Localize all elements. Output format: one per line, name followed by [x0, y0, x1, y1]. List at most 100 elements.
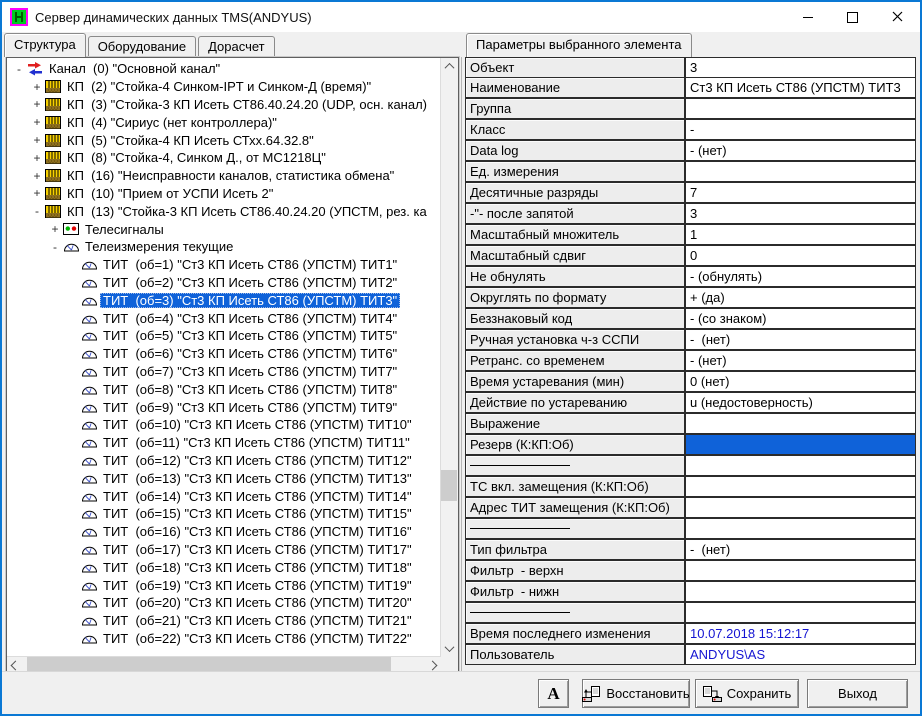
property-value[interactable] [685, 497, 916, 518]
close-button[interactable] [875, 2, 920, 32]
tree-item[interactable]: ТИТ (об=12) "Ст3 КП Исеть СТ86 (УПСТМ) Т… [7, 452, 441, 470]
tree-item[interactable]: ТИТ (об=22) "Ст3 КП Исеть СТ86 (УПСТМ) Т… [7, 630, 441, 648]
tab-structure[interactable]: Структура [4, 33, 86, 57]
tree-item[interactable]: ТИТ (об=2) "Ст3 КП Исеть СТ86 (УПСТМ) ТИ… [7, 274, 441, 292]
tree-item[interactable]: + КП (4) "Сириус (нет контроллера)" [7, 113, 441, 131]
tree-item-label: КП (4) "Сириус (нет контроллера)" [64, 115, 280, 130]
property-row: Время последнего изменения10.07.2018 15:… [465, 624, 916, 645]
property-value[interactable]: 10.07.2018 15:12:17 [685, 623, 916, 644]
tree-item[interactable]: ТИТ (об=9) "Ст3 КП Исеть СТ86 (УПСТМ) ТИ… [7, 398, 441, 416]
tree-item[interactable]: -Канал (0) "Основной канал" [7, 60, 441, 78]
tree-item[interactable]: +КП (8) "Стойка-4, Синком Д., от МС1218Ц… [7, 149, 441, 167]
property-value[interactable] [685, 98, 916, 119]
property-value[interactable] [685, 602, 916, 623]
tree-expand-toggle[interactable]: + [29, 97, 45, 111]
property-value[interactable] [685, 581, 916, 602]
tree-item[interactable]: ТИТ (об=7) "Ст3 КП Исеть СТ86 (УПСТМ) ТИ… [7, 363, 441, 381]
tree-item-label: ТИТ (об=2) "Ст3 КП Исеть СТ86 (УПСТМ) ТИ… [100, 275, 400, 290]
property-value[interactable]: Ст3 КП Исеть СТ86 (УПСТМ) ТИТ3 [685, 77, 916, 98]
tree-item[interactable]: ТИТ (об=18) "Ст3 КП Исеть СТ86 (УПСТМ) Т… [7, 558, 441, 576]
minimize-button[interactable] [785, 2, 830, 32]
tree-expand-toggle[interactable]: + [29, 80, 45, 94]
vertical-scroll-thumb[interactable] [441, 470, 457, 501]
tree-item[interactable]: ТИТ (об=1) "Ст3 КП Исеть СТ86 (УПСТМ) ТИ… [7, 256, 441, 274]
property-value[interactable]: ANDYUS\AS [685, 644, 916, 665]
tree-item[interactable]: ТИТ (об=5) "Ст3 КП Исеть СТ86 (УПСТМ) ТИ… [7, 327, 441, 345]
property-value[interactable] [685, 476, 916, 497]
property-value[interactable]: 0 [685, 245, 916, 266]
tree-expand-toggle[interactable]: - [29, 204, 45, 218]
property-value[interactable]: 3 [685, 203, 916, 224]
exit-button[interactable]: Выход [807, 679, 908, 708]
tree-item[interactable]: ТИТ (об=10) "Ст3 КП Исеть СТ86 (УПСТМ) Т… [7, 416, 441, 434]
tree-item[interactable]: +КП (2) "Стойка-4 Синком-IPT и Синком-Д … [7, 78, 441, 96]
tree-item[interactable]: +КП (10) "Прием от УСПИ Исеть 2" [7, 185, 441, 203]
tree-item[interactable]: +КП (3) "Стойка-3 КП Исеть СТ86.40.24.20… [7, 96, 441, 114]
property-value[interactable] [685, 518, 916, 539]
tree-item[interactable]: ТИТ (об=6) "Ст3 КП Исеть СТ86 (УПСТМ) ТИ… [7, 345, 441, 363]
tab-recalc[interactable]: Дорасчет [198, 36, 275, 57]
tree-item[interactable]: ТИТ (об=14) "Ст3 КП Исеть СТ86 (УПСТМ) Т… [7, 487, 441, 505]
tree-item[interactable]: ТИТ (об=8) "Ст3 КП Исеть СТ86 (УПСТМ) ТИ… [7, 380, 441, 398]
kp-icon [45, 205, 64, 218]
tree-item[interactable]: ТИТ (об=15) "Ст3 КП Исеть СТ86 (УПСТМ) Т… [7, 505, 441, 523]
tree-item[interactable]: +КП (16) "Неисправности каналов, статист… [7, 167, 441, 185]
property-value[interactable]: u (недостоверность) [685, 392, 916, 413]
property-value[interactable] [685, 560, 916, 581]
tree-item[interactable]: ТИТ (об=21) "Ст3 КП Исеть СТ86 (УПСТМ) Т… [7, 612, 441, 630]
property-value[interactable]: - (нет) [685, 350, 916, 371]
property-value[interactable]: 7 [685, 182, 916, 203]
save-button-label: Сохранить [727, 686, 792, 701]
property-label: Выражение [465, 413, 685, 434]
tree-item[interactable]: ТИТ (об=20) "Ст3 КП Исеть СТ86 (УПСТМ) Т… [7, 594, 441, 612]
tree-expand-toggle[interactable]: - [47, 240, 63, 254]
scroll-up-button[interactable] [441, 58, 458, 75]
property-value[interactable]: 3 [685, 57, 916, 78]
save-button[interactable]: Сохранить [695, 679, 799, 708]
tree-item[interactable]: -КП (13) "Стойка-3 КП Исеть СТ86.40.24.2… [7, 202, 441, 220]
tree-expand-toggle[interactable]: + [29, 115, 45, 129]
tree-expand-toggle[interactable]: + [47, 222, 63, 236]
maximize-button[interactable] [830, 2, 875, 32]
property-label: ТС вкл. замещения (К:КП:Об) [465, 476, 685, 497]
property-value[interactable] [685, 161, 916, 182]
property-value[interactable]: - (обнулять) [685, 266, 916, 287]
property-value[interactable]: - (нет) [685, 539, 916, 560]
tree-expand-toggle[interactable]: - [11, 62, 27, 76]
tree-expand-toggle[interactable]: + [29, 151, 45, 165]
property-label: Ед. измерения [465, 161, 685, 182]
tree-expand-toggle[interactable]: + [29, 186, 45, 200]
property-value[interactable] [685, 455, 916, 476]
tab-selected-element-params[interactable]: Параметры выбранного элемента [466, 33, 692, 57]
tree-item[interactable]: ТИТ (об=3) "Ст3 КП Исеть СТ86 (УПСТМ) ТИ… [7, 291, 441, 309]
property-value[interactable] [685, 434, 916, 455]
tree-vertical-scrollbar[interactable] [440, 58, 458, 657]
property-value[interactable]: + (да) [685, 287, 916, 308]
tree-item[interactable]: ТИТ (об=11) "Ст3 КП Исеть СТ86 (УПСТМ) Т… [7, 434, 441, 452]
tree-item[interactable]: ТИТ (об=19) "Ст3 КП Исеть СТ86 (УПСТМ) Т… [7, 576, 441, 594]
property-label: Объект [465, 57, 685, 78]
tree-item[interactable]: ТИТ (об=17) "Ст3 КП Исеть СТ86 (УПСТМ) Т… [7, 541, 441, 559]
property-value[interactable]: - [685, 119, 916, 140]
tree-item[interactable]: -Телеизмерения текущие [7, 238, 441, 256]
property-value[interactable]: 0 (нет) [685, 371, 916, 392]
tree-expand-toggle[interactable]: + [29, 133, 45, 147]
property-value[interactable]: - (нет) [685, 140, 916, 161]
tree-expand-toggle[interactable]: + [29, 169, 45, 183]
property-value[interactable]: - (нет) [685, 329, 916, 350]
scroll-down-button[interactable] [441, 640, 458, 657]
tree-item[interactable]: +КП (5) "Стойка-4 КП Исеть СТхх.64.32.8" [7, 131, 441, 149]
tab-equipment[interactable]: Оборудование [88, 36, 196, 57]
property-label [465, 518, 685, 539]
property-value[interactable]: 1 [685, 224, 916, 245]
tree-item[interactable]: ТИТ (об=4) "Ст3 КП Исеть СТ86 (УПСТМ) ТИ… [7, 309, 441, 327]
restore-button[interactable]: Восстановить [582, 679, 690, 708]
tree-item[interactable]: ТИТ (об=13) "Ст3 КП Исеть СТ86 (УПСТМ) Т… [7, 469, 441, 487]
property-label: Резерв (К:КП:Об) [465, 434, 685, 455]
tree-item[interactable]: ТИТ (об=16) "Ст3 КП Исеть СТ86 (УПСТМ) Т… [7, 523, 441, 541]
kp-icon [45, 187, 64, 200]
tree-item[interactable]: +Телесигналы [7, 220, 441, 238]
property-value[interactable] [685, 413, 916, 434]
property-value[interactable]: - (со знаком) [685, 308, 916, 329]
font-button[interactable]: A [538, 679, 569, 708]
